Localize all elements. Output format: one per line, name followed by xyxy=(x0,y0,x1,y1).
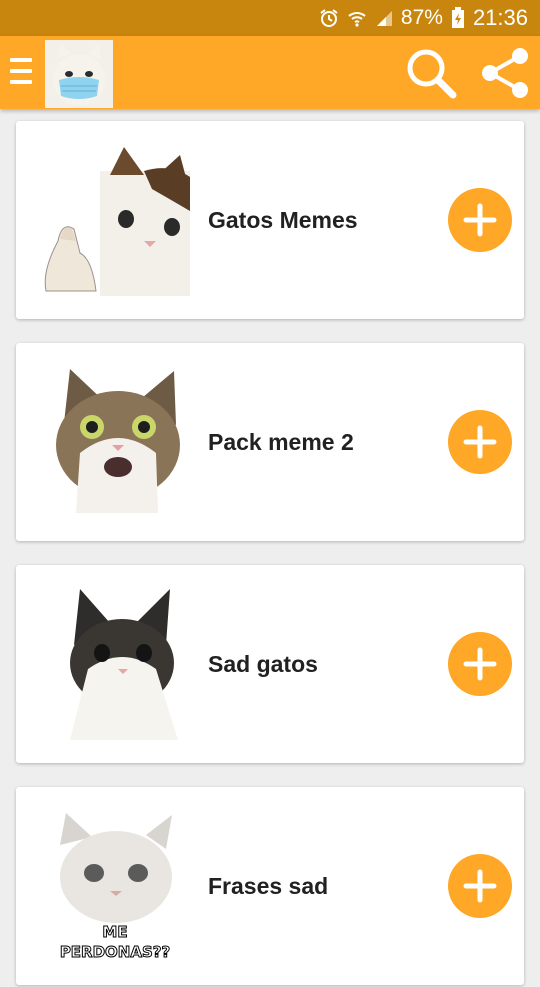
sticker-pack-card[interactable]: Gatos Memes xyxy=(16,121,524,319)
sad-cat-icon xyxy=(40,585,190,740)
add-pack-button[interactable] xyxy=(448,188,512,252)
sticker-pack-card[interactable]: Pack meme 2 xyxy=(16,343,524,541)
crying-white-cat-icon: ME PERDONAS?? xyxy=(40,807,190,962)
status-bar: 87% 21:36 xyxy=(0,0,540,36)
plus-icon xyxy=(463,425,497,459)
search-icon[interactable] xyxy=(405,47,457,99)
add-pack-button[interactable] xyxy=(448,854,512,918)
pack-name: Gatos Memes xyxy=(208,206,358,233)
plus-icon xyxy=(463,869,497,903)
add-pack-button[interactable] xyxy=(448,410,512,474)
battery-percent: 87% xyxy=(400,6,443,29)
wifi-icon xyxy=(347,8,367,28)
pack-name: Frases sad xyxy=(208,872,329,899)
plus-icon xyxy=(463,647,497,681)
share-icon[interactable] xyxy=(478,47,532,99)
menu-icon[interactable] xyxy=(10,58,32,84)
signal-icon xyxy=(375,9,393,27)
sticker-pack-card[interactable]: Sad gatos xyxy=(16,565,524,763)
clock: 21:36 xyxy=(472,5,528,30)
pack-name: Sad gatos xyxy=(208,650,318,677)
add-pack-button[interactable] xyxy=(448,632,512,696)
app-toolbar xyxy=(0,36,540,109)
alarm-icon xyxy=(319,8,339,28)
cat-thumbs-up-icon xyxy=(40,141,190,296)
pack-name: Pack meme 2 xyxy=(208,428,354,455)
surprised-cat-icon xyxy=(40,363,190,518)
plus-icon xyxy=(463,203,497,237)
app-logo-masked-cat xyxy=(45,40,113,108)
svg-text:ME: ME xyxy=(102,923,127,941)
sticker-pack-card[interactable]: ME PERDONAS?? Frases sad xyxy=(16,787,524,985)
battery-charging-icon xyxy=(451,7,465,29)
svg-text:PERDONAS??: PERDONAS?? xyxy=(60,943,170,961)
